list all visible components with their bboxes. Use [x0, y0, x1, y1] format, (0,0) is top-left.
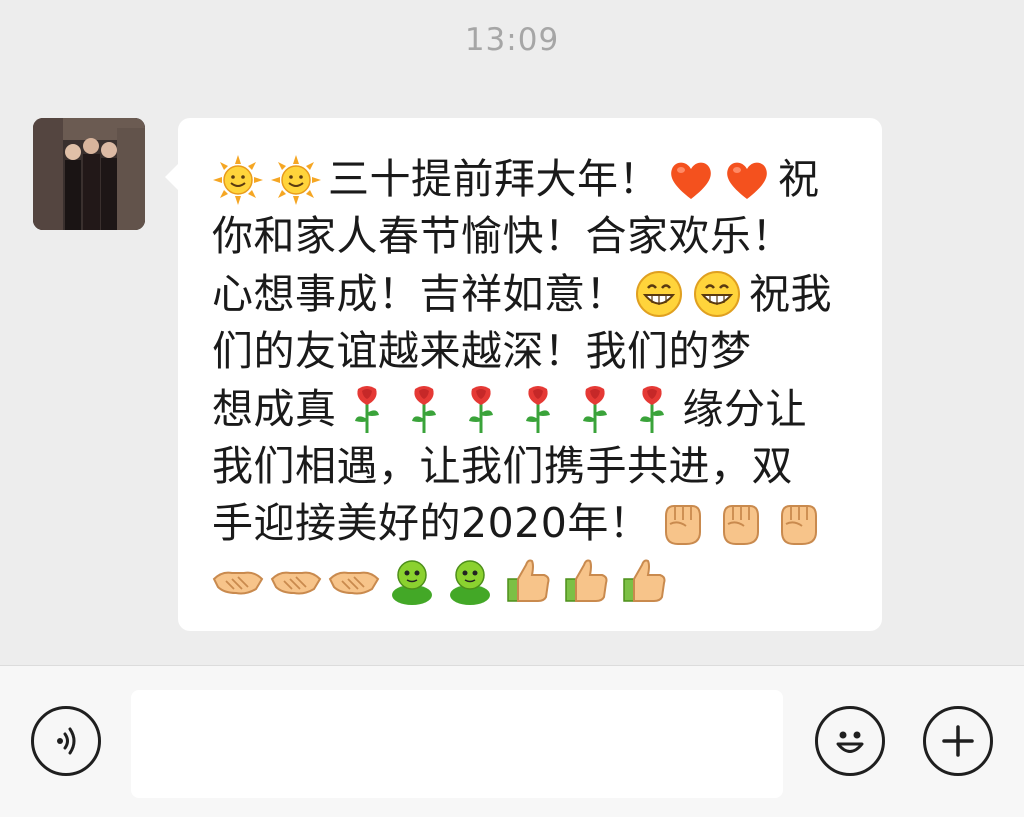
message-timestamp: 13:09	[464, 22, 560, 58]
message-bubble[interactable]: 三十提前拜大年！ 祝 你和家人春节愉快！合家欢乐！ 心想事成！吉祥如意！ 祝我 …	[165, 118, 882, 631]
message-text: 手迎接美好的2020年！	[212, 499, 651, 548]
message-line-7: 手迎接美好的2020年！	[212, 495, 852, 552]
grin-face-icon	[636, 271, 682, 318]
thumbs-up-icon	[565, 559, 608, 603]
message-text: 想成真	[212, 384, 337, 433]
message-line-5: 想成真 缘分让	[212, 381, 852, 438]
message-text: 缘分让	[682, 384, 807, 433]
voice-input-button[interactable]	[31, 706, 101, 776]
fist-icon	[665, 505, 702, 546]
green-person-icon	[392, 560, 432, 606]
rose-icon	[582, 386, 607, 434]
handshake-icon	[212, 572, 264, 595]
message-line-6: 我们相遇，让我们携手共进，双	[212, 441, 793, 490]
input-bar	[0, 665, 1024, 817]
rose-icon	[411, 386, 436, 434]
fist-icon	[723, 505, 760, 546]
rose-icon	[468, 386, 493, 434]
thumbs-up-icon	[623, 559, 666, 603]
heart-icon	[727, 162, 767, 199]
emoji-button[interactable]	[815, 706, 885, 776]
rose-icon	[525, 386, 550, 434]
message-text: 三十提前拜大年！	[328, 155, 660, 203]
handshake-icon	[270, 572, 322, 595]
avatar-photo-icon	[33, 118, 145, 230]
heart-icon	[671, 162, 711, 199]
thumbs-up-icon	[507, 559, 550, 603]
rose-icon	[354, 386, 379, 434]
message-line-2: 你和家人春节愉快！合家欢乐！	[212, 212, 793, 261]
voice-icon	[57, 727, 76, 755]
message-text: 祝我	[749, 269, 832, 318]
more-options-button[interactable]	[923, 706, 993, 776]
message-text: 心想事成！吉祥如意！	[212, 269, 627, 318]
rose-icon	[639, 386, 664, 434]
avatar[interactable]	[33, 118, 145, 230]
sun-icon	[271, 154, 321, 205]
chat-area: 13:09 三十提前拜大年！ 祝 你和家人春节愉快！合家欢乐！ 心想事成！吉祥如…	[0, 0, 1024, 665]
sun-icon	[213, 154, 263, 205]
fist-icon	[781, 505, 818, 546]
smiley-icon	[836, 731, 864, 753]
message-line-3: 心想事成！吉祥如意！ 祝我	[212, 266, 852, 323]
message-line-8	[212, 553, 852, 610]
handshake-icon	[328, 572, 380, 595]
message-line-1: 三十提前拜大年！ 祝	[212, 151, 852, 208]
message-text: 祝	[778, 155, 820, 203]
bubble-tail	[165, 163, 179, 191]
green-person-icon	[450, 560, 490, 606]
message-input[interactable]	[131, 690, 783, 798]
plus-icon	[942, 725, 974, 757]
message-line-4: 们的友谊越来越深！我们的梦	[212, 327, 752, 376]
grin-face-icon	[694, 271, 740, 318]
